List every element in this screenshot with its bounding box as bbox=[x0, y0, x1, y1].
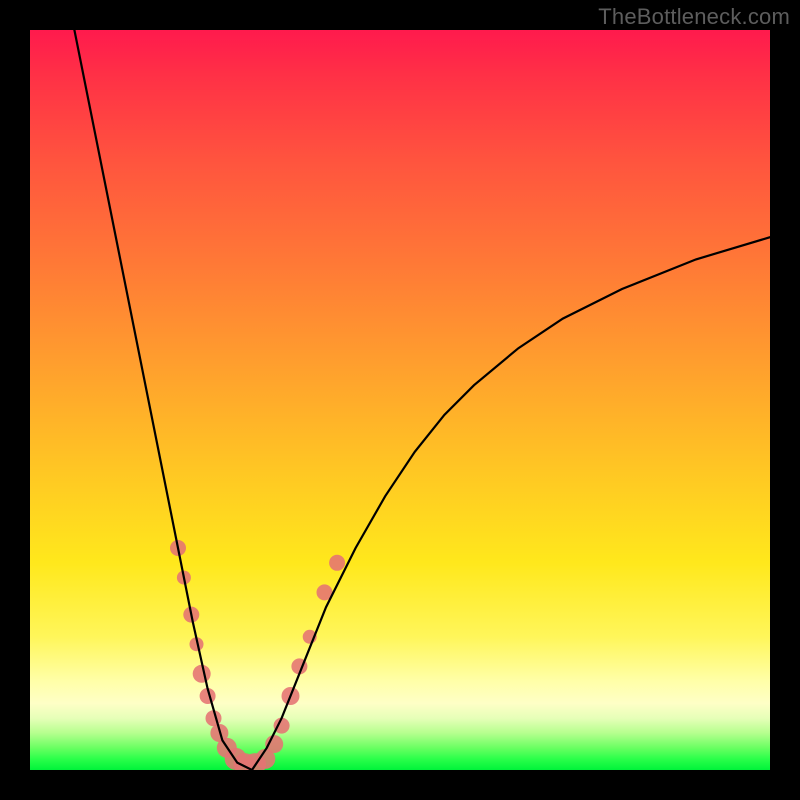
marker-layer bbox=[170, 540, 345, 770]
chart-frame: TheBottleneck.com bbox=[0, 0, 800, 800]
marker-dot bbox=[329, 555, 345, 571]
plot-area bbox=[30, 30, 770, 770]
marker-dot bbox=[193, 665, 211, 683]
curve-left bbox=[74, 30, 252, 770]
chart-svg bbox=[30, 30, 770, 770]
curve-right bbox=[252, 237, 770, 770]
watermark-text: TheBottleneck.com bbox=[598, 4, 790, 30]
